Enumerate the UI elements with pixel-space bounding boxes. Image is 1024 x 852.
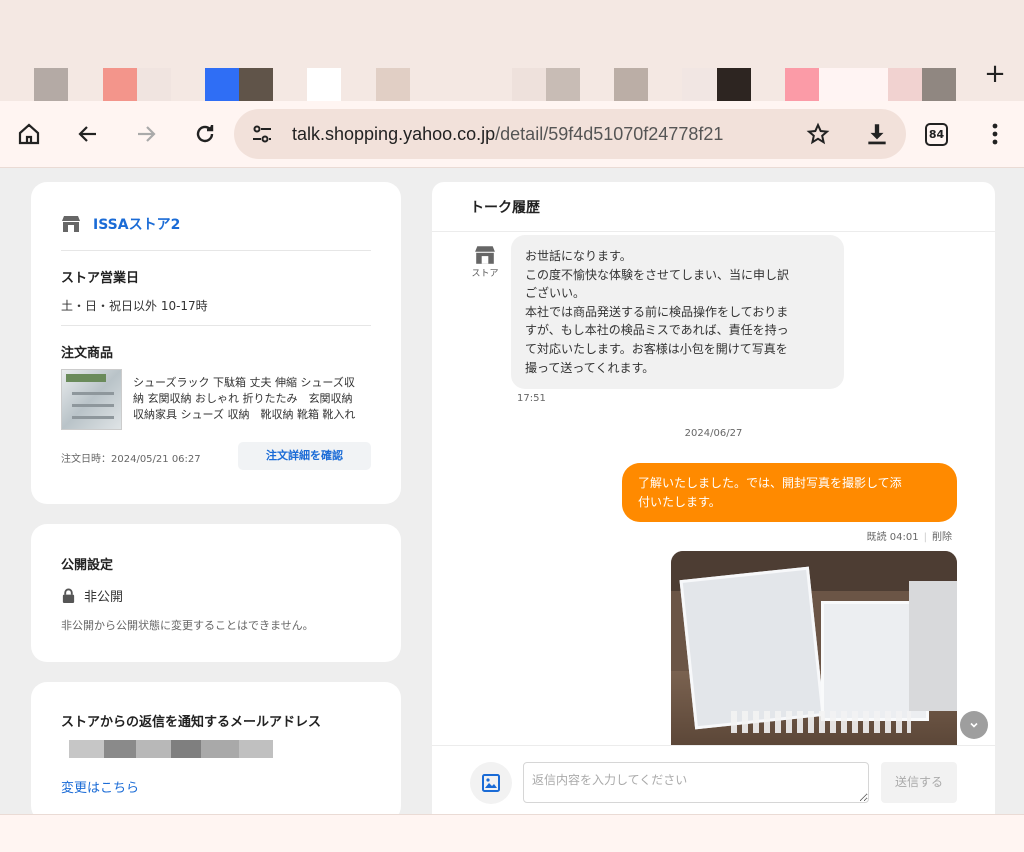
tab-favicon[interactable] [239,68,273,101]
read-status: 既読 04:01 [866,532,919,543]
tab-strip: + [0,0,1024,101]
product-thumbnail[interactable] [61,369,122,430]
chat-header: トーク履歴 [432,182,995,232]
message-line: ございい。 [525,286,586,301]
site-settings-icon[interactable] [250,122,274,146]
privacy-status-text: 非公開 [84,590,124,605]
order-details-button[interactable]: 注文詳細を確認 [238,442,371,470]
tab-favicon[interactable] [512,68,546,101]
read-receipt: 既読 04:01 | 削除 [866,532,952,543]
tab-favicon[interactable] [205,68,239,101]
tab-count-button[interactable]: 84 [925,123,948,146]
image-icon [482,774,500,792]
new-tab-button[interactable]: + [982,60,1008,88]
message-line: て対応いたします。お客様は小包を開けて写真を [525,341,788,356]
home-icon[interactable] [12,117,46,151]
attach-image-button[interactable] [470,762,512,804]
message-composer: 送信する [432,745,995,814]
tab-favicon[interactable] [546,68,580,101]
attached-photo[interactable] [671,551,957,745]
chat-title: トーク履歴 [470,200,540,216]
scroll-to-bottom-button[interactable] [960,711,988,739]
notification-email-card: ストアからの返信を通知するメールアドレス 変更はこちら [31,682,401,822]
message-line: 本社では商品発送する前に検品操作をしておりま [525,304,789,319]
message-line: お世話になります。 [525,249,632,263]
change-email-link[interactable]: 変更はこちら [61,777,139,796]
forward-icon[interactable] [129,117,163,151]
chat-panel: トーク履歴 ストア お世話になります。 この度不愉快な体験をさせてしまい、当に申… [432,182,995,814]
reply-input[interactable] [523,762,869,803]
url-text[interactable]: talk.shopping.yahoo.co.jp/detail/59f4d51… [292,121,782,147]
reload-icon[interactable] [188,117,222,151]
my-message-bubble: 了解いたしました。では、開封写真を撮影して添 付いたします。 [622,463,957,522]
message-line: 付いたします。 [638,494,721,509]
download-icon[interactable] [864,121,890,147]
message-time: 17:51 [517,393,546,404]
store-avatar-label: ストア [471,269,499,279]
privacy-title: 公開設定 [61,558,114,573]
tab-favicon[interactable] [614,68,648,101]
tab-favicon[interactable] [717,68,751,101]
store-icon [62,216,80,232]
chevron-down-icon [970,722,978,728]
tab-favicon[interactable] [103,68,137,101]
privacy-note: 非公開から公開状態に変更することはできません。 [61,619,314,632]
more-menu-icon[interactable] [983,122,1007,146]
message-line: この度不愉快な体験をさせてしまい、当に申し訳 [525,267,790,282]
lock-icon [62,588,75,603]
store-name-link[interactable]: ISSAストア2 [93,214,180,234]
store-hours-title: ストア営業日 [61,271,140,286]
store-message-bubble: お世話になります。 この度不愉快な体験をさせてしまい、当に申し訳 ございい。 本… [511,235,844,390]
store-icon [475,246,495,264]
privacy-status: 非公開 [61,586,123,605]
bottom-bar [0,814,1024,852]
tab-favicon[interactable] [307,68,341,101]
tab-favicon[interactable] [888,68,922,101]
send-button[interactable]: 送信する [881,762,957,803]
tab-favicon[interactable] [922,68,956,101]
tab-favicon[interactable] [819,68,888,101]
divider [61,325,371,326]
message-line: 了解いたしました。では、開封写真を撮影して添 [638,476,902,490]
tab-favicon[interactable] [137,68,171,101]
tab-favicon[interactable] [785,68,819,101]
store-info-card: ISSAストア2 ストア営業日 土・日・祝日以外 10-17時 注文商品 シュー… [31,182,401,504]
order-date: 注文日時：2024/05/21 06:27 [61,454,201,465]
delete-message-link[interactable]: 削除 [932,532,952,543]
tab-favicon[interactable] [682,68,716,101]
redacted-email [69,740,273,758]
message-line: すが、もし本社の検品ミスであれば、責任を持っ [525,323,789,338]
tab-favicon[interactable] [34,68,68,101]
divider [61,250,371,251]
store-hours-text: 土・日・祝日以外 10-17時 [61,299,208,313]
notification-email-title: ストアからの返信を通知するメールアドレス [61,715,322,730]
product-name[interactable]: シューズラック 下駄箱 丈夫 伸縮 シューズ収納 玄関収納 おしゃれ 折りたたみ… [133,375,365,425]
date-separator: 2024/06/27 [684,428,743,439]
bookmark-star-icon[interactable] [806,122,830,146]
ordered-product-title: 注文商品 [61,346,114,361]
store-link-row[interactable]: ISSAストア2 [61,214,180,234]
tab-favicon[interactable] [376,68,410,101]
back-icon[interactable] [71,117,105,151]
address-bar[interactable]: talk.shopping.yahoo.co.jp/detail/59f4d51… [234,109,906,159]
privacy-settings-card: 公開設定 非公開 非公開から公開状態に変更することはできません。 [31,524,401,662]
store-avatar: ストア [468,245,502,279]
message-line: 撮って送ってくれます。 [525,360,655,375]
